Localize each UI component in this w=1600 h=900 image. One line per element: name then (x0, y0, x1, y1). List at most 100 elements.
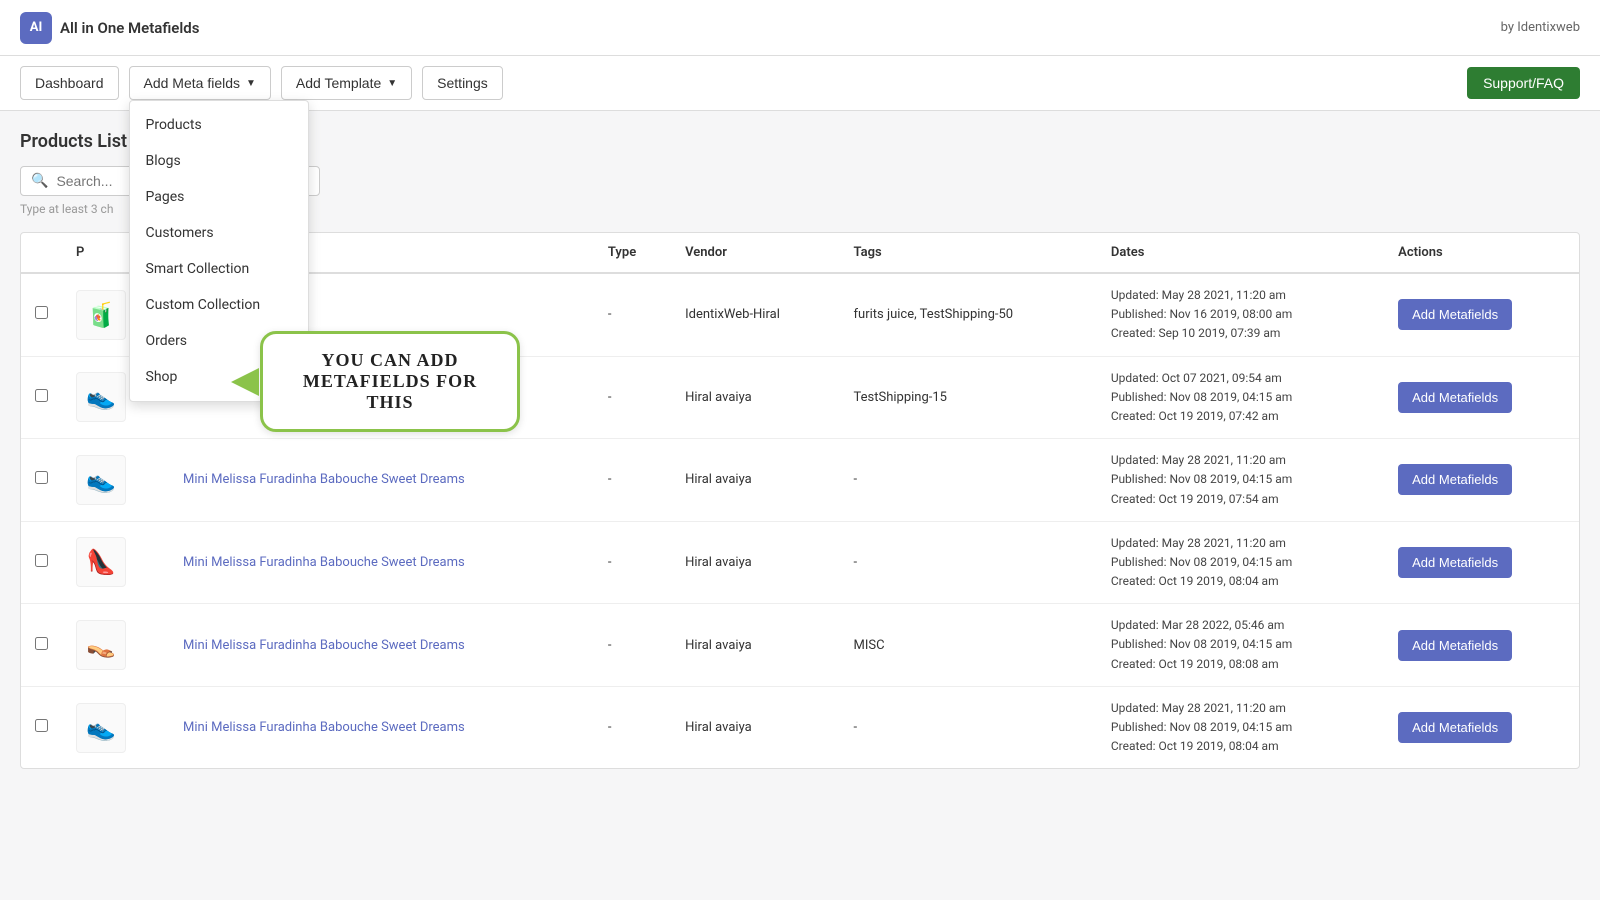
menu-item-smart-collection[interactable]: Smart Collection (130, 251, 308, 287)
top-bar: AI All in One Metafields by Identixweb (0, 0, 1600, 56)
product-title-link[interactable]: Mini Melissa Furadinha Babouche Sweet Dr… (183, 720, 465, 735)
search-icon: 🔍 (31, 173, 48, 189)
row-title-cell: Mini Melissa Furadinha Babouche Sweet Dr… (169, 521, 594, 604)
row-vendor-cell: Hiral avaiya (671, 521, 839, 604)
by-text: by Identixweb (1501, 20, 1580, 35)
add-template-label: Add Template (296, 75, 381, 91)
row-type-cell: - (594, 439, 671, 522)
row-tags-cell: TestShipping-15 (840, 356, 1097, 439)
dashboard-button[interactable]: Dashboard (20, 66, 119, 100)
row-dates-cell: Updated: May 28 2021, 11:20 am Published… (1097, 521, 1384, 604)
add-metafields-button[interactable]: Add Metafields (1398, 547, 1512, 578)
row-checkbox[interactable] (35, 389, 48, 402)
product-image: 👟 (76, 703, 126, 753)
col-actions: Actions (1384, 233, 1579, 273)
product-title-link[interactable]: Mini Melissa Furadinha Babouche Sweet Dr… (183, 555, 465, 570)
add-meta-fields-dropdown[interactable]: Add Meta fields ▼ Products Blogs Pages C… (129, 66, 271, 100)
menu-item-pages[interactable]: Pages (130, 179, 308, 215)
add-metafields-button[interactable]: Add Metafields (1398, 464, 1512, 495)
support-label: Support/FAQ (1483, 75, 1564, 91)
row-checkbox-cell (21, 273, 62, 356)
row-checkbox[interactable] (35, 554, 48, 567)
settings-button[interactable]: Settings (422, 66, 503, 100)
menu-item-blogs[interactable]: Blogs (130, 143, 308, 179)
row-dates-cell: Updated: May 28 2021, 11:20 am Published… (1097, 439, 1384, 522)
row-vendor-cell: Hiral avaiya (671, 604, 839, 687)
table-row: 👡 Mini Melissa Furadinha Babouche Sweet … (21, 604, 1579, 687)
add-metafields-button[interactable]: Add Metafields (1398, 712, 1512, 743)
row-checkbox-cell (21, 521, 62, 604)
row-checkbox-cell (21, 604, 62, 687)
created-date: Created: Oct 19 2019, 08:08 am (1111, 655, 1370, 674)
table-row: 👟 Mini Melissa Furadinha Babouche Sweet … (21, 439, 1579, 522)
updated-date: Updated: Oct 07 2021, 09:54 am (1111, 369, 1370, 388)
menu-item-customers[interactable]: Customers (130, 215, 308, 251)
published-date: Published: Nov 16 2019, 08:00 am (1111, 305, 1370, 324)
add-metafields-button[interactable]: Add Metafields (1398, 382, 1512, 413)
product-image: 👡 (76, 620, 126, 670)
add-template-button[interactable]: Add Template ▼ (281, 66, 412, 100)
row-checkbox-cell (21, 439, 62, 522)
product-image: 👠 (76, 537, 126, 587)
updated-date: Updated: May 28 2021, 11:20 am (1111, 286, 1370, 305)
row-actions-cell: Add Metafields (1384, 356, 1579, 439)
row-tags-cell: furits juice, TestShipping-50 (840, 273, 1097, 356)
row-actions-cell: Add Metafields (1384, 686, 1579, 768)
updated-date: Updated: Mar 28 2022, 05:46 am (1111, 616, 1370, 635)
row-checkbox[interactable] (35, 306, 48, 319)
row-tags-cell: - (840, 439, 1097, 522)
row-actions-cell: Add Metafields (1384, 521, 1579, 604)
row-actions-cell: Add Metafields (1384, 604, 1579, 687)
col-checkbox (21, 233, 62, 273)
row-checkbox-cell (21, 356, 62, 439)
col-type: Type (594, 233, 671, 273)
col-tags: Tags (840, 233, 1097, 273)
dashboard-label: Dashboard (35, 75, 104, 91)
product-title-link[interactable]: Mini Melissa Furadinha Babouche Sweet Dr… (183, 638, 465, 653)
row-tags-cell: - (840, 521, 1097, 604)
row-title-cell: Mini Melissa Furadinha Babouche Sweet Dr… (169, 439, 594, 522)
row-title-cell: Mini Melissa Furadinha Babouche Sweet Dr… (169, 604, 594, 687)
published-date: Published: Nov 08 2019, 04:15 am (1111, 553, 1370, 572)
row-title-cell: Mini Melissa Furadinha Babouche Sweet Dr… (169, 686, 594, 768)
support-faq-button[interactable]: Support/FAQ (1467, 67, 1580, 99)
product-title-link[interactable]: Mini Melissa Furadinha Babouche Sweet Dr… (183, 472, 465, 487)
updated-date: Updated: May 28 2021, 11:20 am (1111, 699, 1370, 718)
row-actions-cell: Add Metafields (1384, 273, 1579, 356)
row-dates-cell: Updated: May 28 2021, 11:20 am Published… (1097, 273, 1384, 356)
row-checkbox[interactable] (35, 637, 48, 650)
settings-label: Settings (437, 75, 488, 91)
col-vendor: Vendor (671, 233, 839, 273)
updated-date: Updated: May 28 2021, 11:20 am (1111, 451, 1370, 470)
published-date: Published: Nov 08 2019, 04:15 am (1111, 388, 1370, 407)
row-type-cell: - (594, 356, 671, 439)
menu-item-products[interactable]: Products (130, 107, 308, 143)
row-dates-cell: Updated: May 28 2021, 11:20 am Published… (1097, 686, 1384, 768)
callout-text: You Can Add Metafields For This (303, 350, 477, 412)
nav-bar: Dashboard Add Meta fields ▼ Products Blo… (0, 56, 1600, 111)
app-logo-icon: AI (20, 12, 52, 44)
chevron-down-icon: ▼ (387, 78, 397, 89)
created-date: Created: Sep 10 2019, 07:39 am (1111, 324, 1370, 343)
add-meta-fields-button[interactable]: Add Meta fields ▼ (129, 66, 271, 100)
row-vendor-cell: IdentixWeb-Hiral (671, 273, 839, 356)
menu-item-custom-collection[interactable]: Custom Collection (130, 287, 308, 323)
created-date: Created: Oct 19 2019, 08:04 am (1111, 737, 1370, 756)
published-date: Published: Nov 08 2019, 04:15 am (1111, 635, 1370, 654)
created-date: Created: Oct 19 2019, 08:04 am (1111, 572, 1370, 591)
product-image: 👟 (76, 455, 126, 505)
col-dates: Dates (1097, 233, 1384, 273)
published-date: Published: Nov 08 2019, 04:15 am (1111, 718, 1370, 737)
row-checkbox[interactable] (35, 471, 48, 484)
row-vendor-cell: Hiral avaiya (671, 439, 839, 522)
row-tags-cell: MISC (840, 604, 1097, 687)
row-vendor-cell: Hiral avaiya (671, 356, 839, 439)
add-metafields-button[interactable]: Add Metafields (1398, 299, 1512, 330)
row-dates-cell: Updated: Oct 07 2021, 09:54 am Published… (1097, 356, 1384, 439)
row-actions-cell: Add Metafields (1384, 439, 1579, 522)
add-metafields-button[interactable]: Add Metafields (1398, 630, 1512, 661)
chevron-down-icon: ▼ (246, 78, 256, 89)
row-image-cell: 👠 (62, 521, 169, 604)
row-type-cell: - (594, 686, 671, 768)
row-checkbox[interactable] (35, 719, 48, 732)
